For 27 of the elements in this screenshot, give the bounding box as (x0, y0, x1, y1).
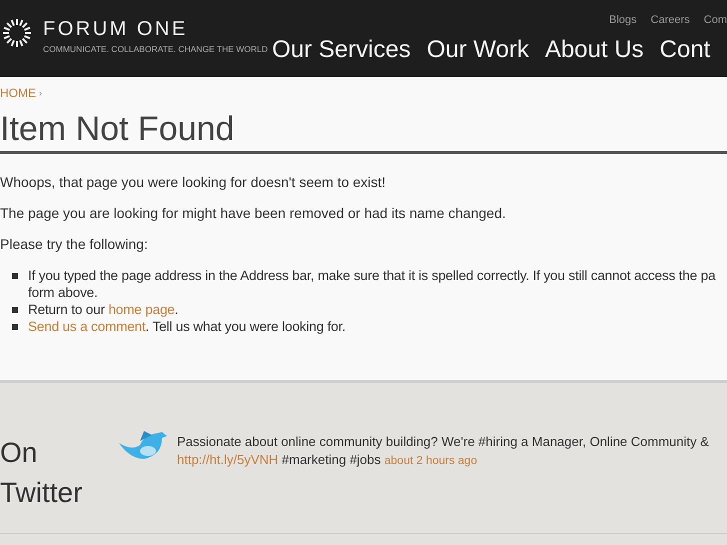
logo-text[interactable]: FORUM ONE (43, 18, 188, 40)
bullet-icon (12, 307, 18, 313)
paragraph: Please try the following: (0, 236, 149, 253)
nav-link[interactable]: About Us (544, 36, 644, 64)
tweet-text: Passionate about online community building? We're #hiring a Manager, Online Community & http://ht.ly/5yVNH #marketing #jobs about 2 hours ago (177, 433, 709, 469)
list-item: Send us a comment. Tell us what you were looking for. (28, 318, 727, 335)
top-link[interactable]: Blogs (609, 14, 637, 26)
bullet-icon (12, 324, 18, 330)
top-link[interactable]: Com (704, 14, 727, 26)
nav-link[interactable]: Our Services (272, 36, 411, 64)
bullet-icon (12, 273, 18, 279)
paragraph: Whoops, that page you were looking for doesn't seem to exist! (0, 174, 387, 191)
home-page-link[interactable]: home page (108, 302, 175, 317)
logo-ring-icon (2, 18, 32, 48)
list-item: If you typed the page address in the Address bar, make sure that it is spelled correctly. If you still cannot access the pa form above. (28, 267, 727, 301)
breadcrumb-link[interactable]: HOME (0, 86, 36, 100)
comment-link[interactable]: Send us a comment (28, 319, 146, 334)
twitter-heading: On Twitter (0, 436, 84, 510)
nav-link[interactable]: Our Work (426, 36, 529, 64)
bird-icon (118, 429, 168, 461)
list-item: Return to our home page. (28, 301, 727, 318)
breadcrumb-separator: › (39, 88, 42, 98)
nav-link[interactable]: Cont (660, 36, 710, 64)
paragraph: The page you are looking for might have been removed or had its name changed. (0, 205, 507, 222)
page-title: Item Not Found (0, 110, 727, 154)
tagline: COMMUNICATE. COLLABORATE. CHANGE THE WORLD (43, 44, 268, 54)
top-link[interactable]: Careers (650, 14, 690, 26)
